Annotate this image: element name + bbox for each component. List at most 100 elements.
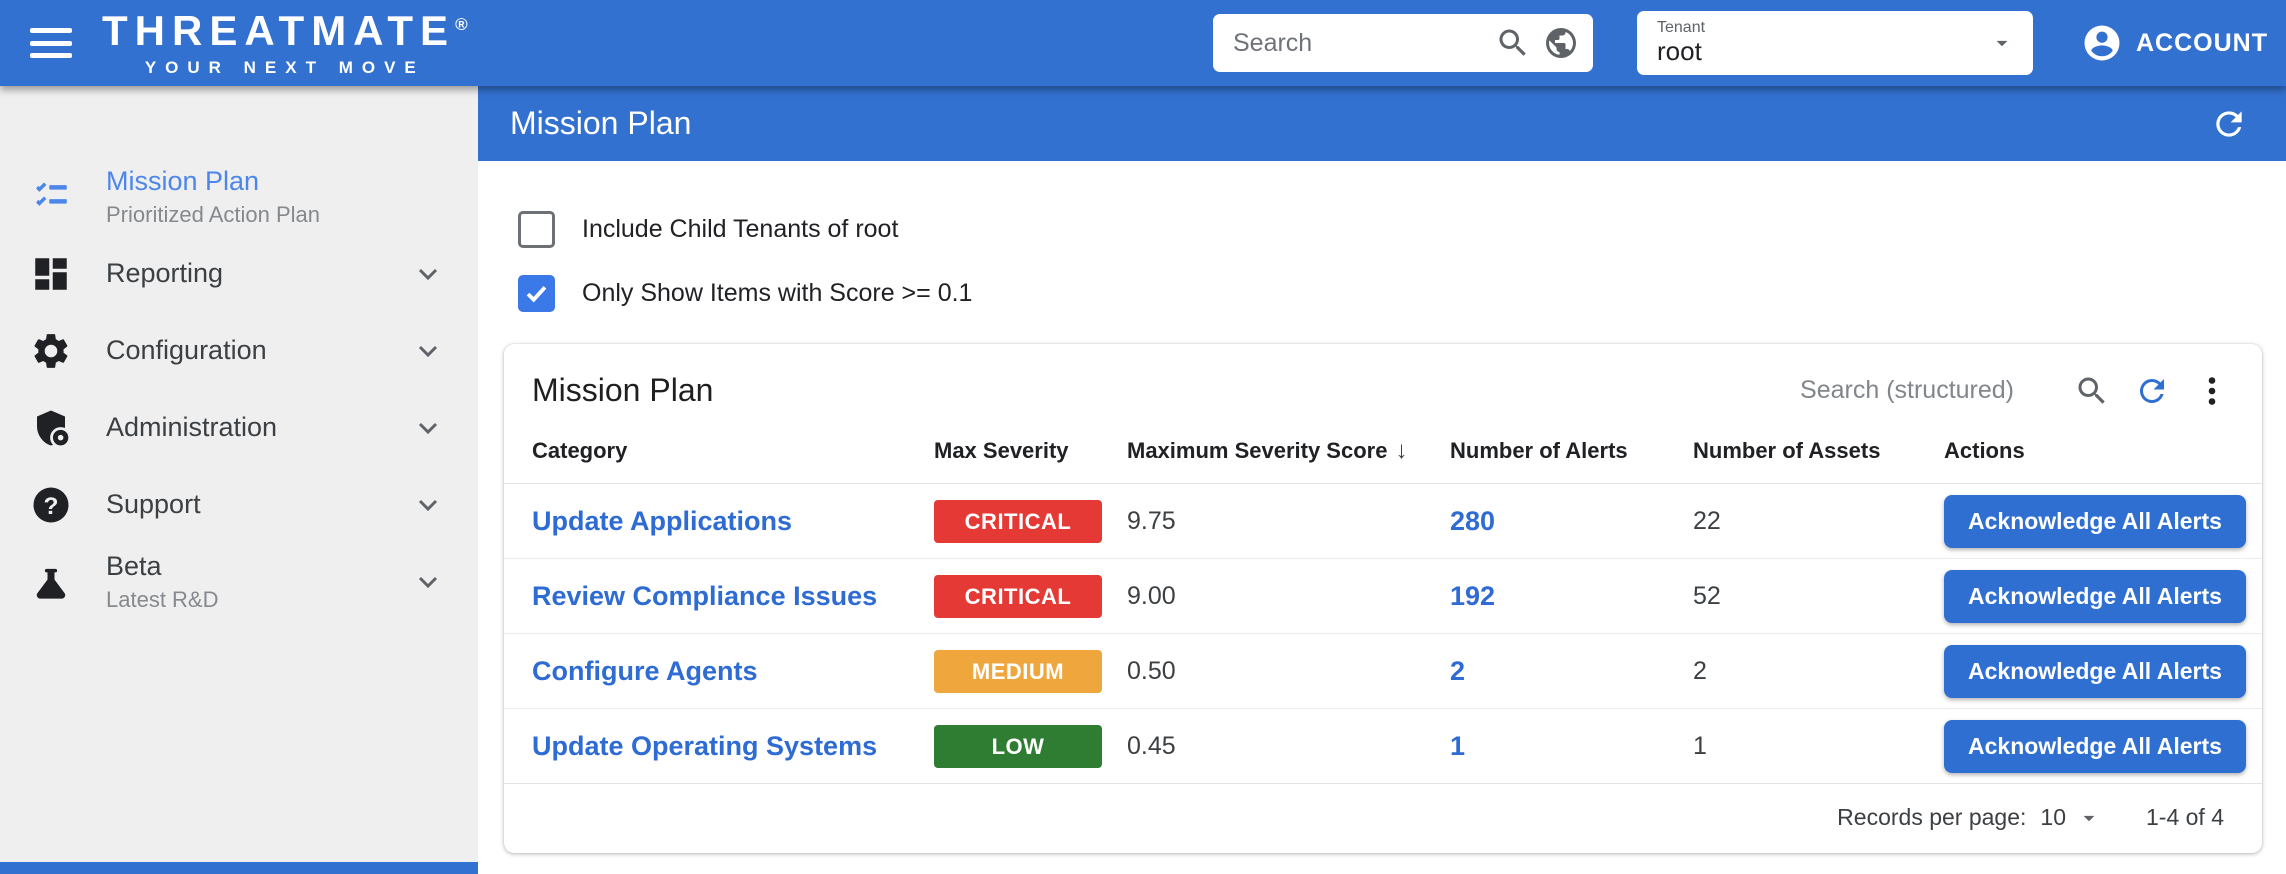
severity-badge: CRITICAL [934, 575, 1102, 618]
chevron-down-icon [412, 566, 444, 598]
chevron-down-icon [1989, 30, 2015, 56]
assets-count: 1 [1693, 732, 1707, 760]
pagination-range: 1-4 of 4 [2146, 804, 2224, 831]
sidebar-item-beta[interactable]: Beta Latest R&D [0, 543, 478, 620]
sidebar-item-label: Support [106, 489, 201, 520]
tenant-value: root [1657, 36, 1989, 67]
severity-badge: MEDIUM [934, 650, 1102, 693]
page-size-select[interactable]: 10 [2040, 804, 2066, 831]
globe-icon[interactable] [1543, 25, 1579, 61]
brand-logo: THREATMATE® YOUR NEXT MOVE [102, 10, 468, 76]
kebab-menu-icon[interactable] [2194, 373, 2230, 409]
sidebar-bottom-bar [0, 862, 478, 874]
table-row: Review Compliance Issues CRITICAL 9.00 1… [504, 559, 2262, 634]
chevron-down-icon [412, 412, 444, 444]
column-header-actions: Actions [1944, 425, 2262, 484]
account-button[interactable]: ACCOUNT [2081, 22, 2268, 64]
search-icon[interactable] [1495, 25, 1531, 61]
filter-label: Include Child Tenants of root [582, 215, 898, 244]
table-row: Update Applications CRITICAL 9.75 280 22… [504, 484, 2262, 559]
sidebar-item-reporting[interactable]: Reporting [0, 235, 478, 312]
chevron-down-icon [412, 335, 444, 367]
sidebar-item-subtitle: Latest R&D [106, 587, 219, 613]
account-icon [2081, 22, 2123, 64]
table-row: Configure Agents MEDIUM 0.50 2 2 Acknowl… [504, 634, 2262, 709]
page-body: Include Child Tenants of root Only Show … [478, 161, 2286, 874]
card-tools: Search (structured) [1800, 373, 2230, 409]
sidebar-item-mission-plan[interactable]: Mission Plan Prioritized Action Plan [0, 158, 478, 235]
chevron-down-icon [412, 489, 444, 521]
sidebar-item-administration[interactable]: Administration [0, 389, 478, 466]
column-header-number-of-assets[interactable]: Number of Assets [1693, 425, 1944, 484]
brand-title: THREATMATE® [102, 10, 468, 52]
top-bar: THREATMATE® YOUR NEXT MOVE Search Tenant… [0, 0, 2286, 86]
flask-icon [30, 561, 72, 603]
alerts-count-link[interactable]: 192 [1450, 581, 1495, 611]
filter-include-child-tenants: Include Child Tenants of root [518, 211, 2262, 248]
mission-plan-card: Mission Plan Search (structured) [504, 344, 2262, 853]
table-row: Update Operating Systems LOW 0.45 1 1 Ac… [504, 709, 2262, 784]
pagination-bar: Records per page: 10 1-4 of 4 [504, 784, 2262, 853]
mission-plan-table: Category Max Severity Maximum Severity S… [504, 425, 2262, 784]
column-header-category[interactable]: Category [504, 425, 934, 484]
sidebar-item-label: Reporting [106, 258, 223, 289]
severity-badge: LOW [934, 725, 1102, 768]
card-header: Mission Plan Search (structured) [504, 344, 2262, 425]
help-icon: ? [30, 484, 72, 526]
category-link[interactable]: Update Applications [532, 506, 792, 536]
column-header-max-severity-score[interactable]: Maximum Severity Score↓ [1127, 425, 1450, 484]
check-icon [523, 280, 550, 307]
account-label: ACCOUNT [2136, 29, 2268, 58]
alerts-count-link[interactable]: 280 [1450, 506, 1495, 536]
brand-tagline: YOUR NEXT MOVE [102, 59, 468, 76]
severity-badge: CRITICAL [934, 500, 1102, 543]
category-link[interactable]: Configure Agents [532, 656, 758, 686]
assets-count: 22 [1693, 507, 1721, 535]
page-title: Mission Plan [510, 105, 691, 142]
sidebar-item-configuration[interactable]: Configuration [0, 312, 478, 389]
menu-icon[interactable] [30, 28, 72, 58]
main-panel: Mission Plan Include Child Tenants of ro… [478, 86, 2286, 874]
checklist-icon [30, 176, 72, 218]
dashboard-icon [30, 253, 72, 295]
global-search-input[interactable]: Search [1213, 14, 1593, 72]
shield-icon [30, 407, 72, 449]
sort-desc-icon: ↓ [1395, 437, 1407, 464]
column-header-number-of-alerts[interactable]: Number of Alerts [1450, 425, 1693, 484]
chevron-down-icon [412, 258, 444, 290]
card-title: Mission Plan [532, 372, 713, 409]
assets-count: 2 [1693, 657, 1707, 685]
refresh-icon[interactable] [2210, 105, 2248, 143]
gear-icon [30, 330, 72, 372]
page-header: Mission Plan [478, 86, 2286, 161]
acknowledge-all-alerts-button[interactable]: Acknowledge All Alerts [1944, 570, 2246, 623]
assets-count: 52 [1693, 582, 1721, 610]
checkbox-unchecked[interactable] [518, 211, 555, 248]
search-icon[interactable] [2074, 373, 2110, 409]
severity-score: 9.00 [1127, 582, 1176, 610]
refresh-icon[interactable] [2134, 373, 2170, 409]
category-link[interactable]: Review Compliance Issues [532, 581, 877, 611]
acknowledge-all-alerts-button[interactable]: Acknowledge All Alerts [1944, 720, 2246, 773]
svg-text:?: ? [44, 492, 59, 519]
threatmate-app: THREATMATE® YOUR NEXT MOVE Search Tenant… [0, 0, 2286, 874]
sidebar-item-label: Configuration [106, 335, 267, 366]
tenant-select[interactable]: Tenant root [1637, 11, 2033, 75]
structured-search-input[interactable]: Search (structured) [1800, 376, 2014, 405]
acknowledge-all-alerts-button[interactable]: Acknowledge All Alerts [1944, 645, 2246, 698]
table-header-row: Category Max Severity Maximum Severity S… [504, 425, 2262, 484]
category-link[interactable]: Update Operating Systems [532, 731, 877, 761]
alerts-count-link[interactable]: 1 [1450, 731, 1465, 761]
sidebar-item-label: Mission Plan [106, 166, 320, 197]
checkbox-checked[interactable] [518, 275, 555, 312]
filter-only-show-score: Only Show Items with Score >= 0.1 [518, 275, 2262, 312]
records-per-page-label: Records per page: [1837, 804, 2026, 831]
sidebar-nav: Mission Plan Prioritized Action Plan Rep… [0, 86, 478, 874]
column-header-max-severity[interactable]: Max Severity [934, 425, 1127, 484]
alerts-count-link[interactable]: 2 [1450, 656, 1465, 686]
filter-label: Only Show Items with Score >= 0.1 [582, 279, 972, 308]
registered-mark: ® [455, 15, 468, 34]
acknowledge-all-alerts-button[interactable]: Acknowledge All Alerts [1944, 495, 2246, 548]
sidebar-item-support[interactable]: ? Support [0, 466, 478, 543]
chevron-down-icon[interactable] [2076, 805, 2102, 831]
